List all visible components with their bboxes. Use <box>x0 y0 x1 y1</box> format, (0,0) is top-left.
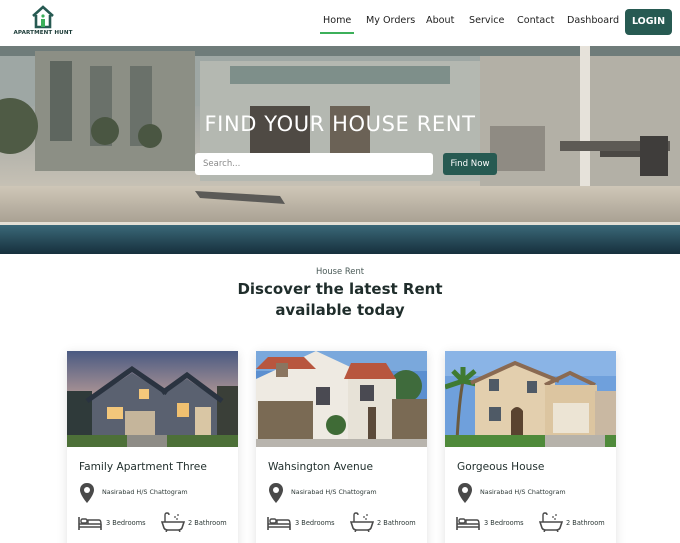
section-title-line2: available today <box>275 301 405 319</box>
hero-title: FIND YOUR HOUSE RENT <box>204 112 476 136</box>
bathtub-icon <box>161 512 185 532</box>
bathrooms-count: 2 Bathroom <box>377 519 416 527</box>
map-pin-icon <box>80 483 94 503</box>
brand-name: APARTMENT HUNT <box>13 30 73 36</box>
hero-banner: FIND YOUR HOUSE RENT Find Now <box>0 46 680 254</box>
property-card[interactable]: Family Apartment Three Nasirabad H/S Cha… <box>67 351 238 543</box>
property-image[interactable] <box>445 351 616 447</box>
map-pin-icon <box>458 483 472 503</box>
find-now-button[interactable]: Find Now <box>443 153 497 175</box>
bathtub-icon <box>350 512 374 532</box>
bed-icon <box>267 517 291 530</box>
property-card[interactable]: Wahsington Avenue Nasirabad H/S Chattogr… <box>256 351 427 543</box>
nav-service[interactable]: Service <box>469 15 504 26</box>
property-location: Nasirabad H/S Chattogram <box>291 488 377 496</box>
top-navbar: APARTMENT HUNT Home My Orders About Serv… <box>0 0 680 46</box>
bedrooms-count: 3 Bedrooms <box>295 519 335 527</box>
bedrooms-count: 3 Bedrooms <box>484 519 524 527</box>
nav-my-orders[interactable]: My Orders <box>366 15 415 26</box>
bathrooms-count: 2 Bathroom <box>188 519 227 527</box>
map-pin-icon <box>269 483 283 503</box>
bed-icon <box>78 517 102 530</box>
bedrooms-count: 3 Bedrooms <box>106 519 146 527</box>
nav-home[interactable]: Home <box>319 15 355 34</box>
property-card[interactable]: Gorgeous House Nasirabad H/S Chattogram … <box>445 351 616 543</box>
bed-icon <box>456 517 480 530</box>
property-location: Nasirabad H/S Chattogram <box>480 488 566 496</box>
login-button[interactable]: LOGIN <box>625 9 672 35</box>
bathrooms-count: 2 Bathroom <box>566 519 605 527</box>
brand-logo[interactable]: APARTMENT HUNT <box>10 5 76 41</box>
property-image[interactable] <box>256 351 427 447</box>
search-input[interactable] <box>195 153 433 175</box>
nav-contact[interactable]: Contact <box>517 15 554 26</box>
section-title-line1: Discover the latest Rent <box>237 280 443 298</box>
property-location: Nasirabad H/S Chattogram <box>102 488 188 496</box>
house-logo-icon <box>32 5 54 29</box>
hero-background-image <box>0 46 680 254</box>
nav-about[interactable]: About <box>426 15 454 26</box>
property-title[interactable]: Wahsington Avenue <box>268 461 373 473</box>
property-title[interactable]: Family Apartment Three <box>79 461 207 473</box>
bathtub-icon <box>539 512 563 532</box>
section-eyebrow: House Rent <box>315 266 365 276</box>
nav-dashboard[interactable]: Dashboard <box>567 15 619 26</box>
property-image[interactable] <box>67 351 238 447</box>
section-title: Discover the latest Rent available today <box>0 279 680 321</box>
property-title[interactable]: Gorgeous House <box>457 461 544 473</box>
